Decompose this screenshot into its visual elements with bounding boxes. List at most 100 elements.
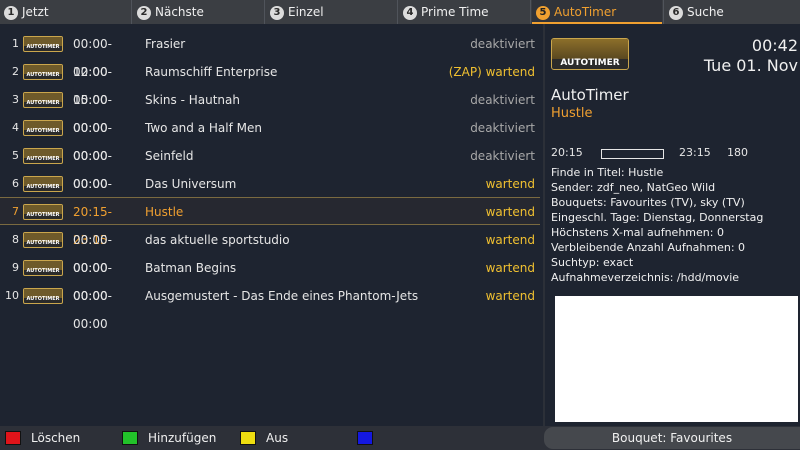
row-status: deaktiviert (470, 93, 535, 107)
autotimer-logo-icon: AUTOTIMER (23, 148, 63, 164)
tab-label: Nächste (155, 5, 204, 19)
row-index: 6 (12, 177, 19, 190)
tab-naechste[interactable]: 2 Nächste (133, 0, 263, 24)
logo-text: AUTOTIMER (26, 240, 60, 246)
row-index: 10 (5, 289, 19, 302)
start-time: 20:15 (551, 146, 583, 159)
detail-line: Aufnahmeverzeichnis: /hdd/movie (551, 271, 740, 284)
logo-band (552, 39, 628, 59)
end-time: 23:15 (679, 146, 711, 159)
bouquet-indicator: Bouquet: Favourites (544, 427, 800, 449)
row-status: deaktiviert (470, 121, 535, 135)
detail-line: Sender: zdf_neo, NatGeo Wild (551, 181, 716, 194)
color-key-bar: Löschen Hinzufügen Aus Bouquet: Favourit… (0, 426, 800, 450)
row-title: Batman Begins (145, 261, 237, 275)
row-index: 3 (12, 93, 19, 106)
row-title: Two and a Half Men (145, 121, 262, 135)
autotimer-row[interactable]: 9 AUTOTIMER 00:00-00:00 Batman Begins wa… (0, 254, 540, 303)
logo-text: AUTOTIMER (26, 44, 60, 50)
autotimer-logo-icon: AUTOTIMER (23, 120, 63, 136)
green-key-icon[interactable] (122, 431, 138, 445)
logo-text: AUTOTIMER (26, 268, 60, 274)
logo-text: AUTOTIMER (26, 184, 60, 190)
detail-line: Höchstens X-mal aufnehmen: 0 (551, 226, 724, 239)
autotimer-logo-icon: AUTOTIMER (23, 64, 63, 80)
tab-label: AutoTimer (554, 5, 617, 19)
video-preview (555, 296, 798, 422)
autotimer-row[interactable]: 3 AUTOTIMER 00:00-00:00 Skins - Hautnah … (0, 86, 540, 135)
event-subtitle: Hustle (551, 106, 593, 121)
row-title: Skins - Hautnah (145, 93, 240, 107)
detail-line: Bouquets: Favourites (TV), sky (TV) (551, 196, 745, 209)
tab-divider (397, 0, 398, 24)
tab-number-badge: 6 (669, 6, 683, 20)
detail-line: Eingeschl. Tage: Dienstag, Donnerstag (551, 211, 764, 224)
autotimer-row[interactable]: 8 AUTOTIMER 00:00-00:00 das aktuelle spo… (0, 226, 540, 275)
tab-number-badge: 4 (403, 6, 417, 20)
autotimer-details: Finde in Titel: Hustle Sender: zdf_neo, … (551, 165, 763, 285)
autotimer-logo-icon: AUTOTIMER (23, 204, 63, 220)
yellow-key-icon[interactable] (240, 431, 256, 445)
row-index: 4 (12, 121, 19, 134)
logo-text: AUTOTIMER (26, 212, 60, 218)
tab-einzel[interactable]: 3 Einzel (266, 0, 396, 24)
tab-divider (663, 0, 664, 24)
tab-prime-time[interactable]: 4 Prime Time (399, 0, 529, 24)
tab-bar: 1 Jetzt 2 Nächste 3 Einzel 4 Prime Time 5 Aut… (0, 0, 800, 24)
blue-key-icon[interactable] (357, 431, 373, 445)
autotimer-row[interactable]: 2 AUTOTIMER 12:00-15:00 Raumschiff Enter… (0, 58, 540, 107)
red-key-label: Löschen (31, 431, 81, 445)
autotimer-row[interactable]: 6 AUTOTIMER 00:00-00:00 Das Universum wa… (0, 170, 540, 219)
date: Tue 01. Nov (703, 56, 798, 75)
autotimer-logo-icon: AUTOTIMER (551, 38, 629, 70)
clock: 00:42 (751, 36, 798, 55)
row-index: 5 (12, 149, 19, 162)
logo-text: AUTOTIMER (26, 100, 60, 106)
autotimer-row[interactable]: 4 AUTOTIMER 00:00-00:00 Two and a Half M… (0, 114, 540, 163)
row-status: wartend (485, 261, 535, 275)
row-title: Ausgemustert - Das Ende eines Phantom-Je… (145, 289, 419, 303)
tab-suche[interactable]: 6 Suche (665, 0, 800, 24)
row-status: (ZAP) wartend (448, 65, 535, 79)
info-panel: AUTOTIMER 00:42 Tue 01. Nov AutoTimer Hu… (545, 24, 800, 426)
autotimer-row[interactable]: 10 AUTOTIMER 00:00-00:00 Ausgemustert - … (0, 282, 540, 331)
row-title: Raumschiff Enterprise (145, 65, 278, 79)
row-title: Hustle (145, 205, 184, 219)
tab-number-badge: 2 (137, 6, 151, 20)
tab-label: Einzel (288, 5, 324, 19)
detail-line: Finde in Titel: Hustle (551, 166, 664, 179)
tab-divider (264, 0, 265, 24)
tab-autotimer[interactable]: 5 AutoTimer (532, 0, 662, 24)
autotimer-row[interactable]: 1 AUTOTIMER 00:00-00:00 Frasier deaktivi… (0, 30, 540, 79)
row-title: Seinfeld (145, 149, 194, 163)
autotimer-logo-icon: AUTOTIMER (23, 176, 63, 192)
row-index: 7 (12, 205, 19, 218)
tab-label: Prime Time (421, 5, 489, 19)
event-title: AutoTimer (551, 86, 629, 104)
red-key-icon[interactable] (5, 431, 21, 445)
tab-divider (131, 0, 132, 24)
progress-bar (601, 149, 664, 159)
row-status: wartend (485, 233, 535, 247)
row-index: 2 (12, 65, 19, 78)
row-status: wartend (485, 177, 535, 191)
logo-text: AUTOTIMER (26, 72, 60, 78)
logo-text: AUTOTIMER (26, 128, 60, 134)
row-status: wartend (485, 289, 535, 303)
green-key-label: Hinzufügen (148, 431, 217, 445)
tab-number-badge: 1 (4, 6, 18, 20)
tab-jetzt[interactable]: 1 Jetzt (0, 0, 130, 24)
detail-line: Suchtyp: exact (551, 256, 634, 269)
duration: 180 (727, 146, 748, 159)
tab-label: Jetzt (22, 5, 49, 19)
row-status: deaktiviert (470, 149, 535, 163)
autotimer-row-selected[interactable]: 7 AUTOTIMER 20:15-23:15 Hustle wartend (0, 197, 540, 247)
autotimer-list: 1 AUTOTIMER 00:00-00:00 Frasier deaktivi… (0, 30, 540, 422)
row-title: das aktuelle sportstudio (145, 233, 290, 247)
row-time: 00:00-00:00 (73, 289, 112, 331)
tab-number-badge: 5 (536, 6, 550, 20)
autotimer-row[interactable]: 5 AUTOTIMER 00:00-00:00 Seinfeld deaktiv… (0, 142, 540, 191)
autotimer-logo-icon: AUTOTIMER (23, 232, 63, 248)
row-index: 9 (12, 261, 19, 274)
autotimer-logo-icon: AUTOTIMER (23, 260, 63, 276)
